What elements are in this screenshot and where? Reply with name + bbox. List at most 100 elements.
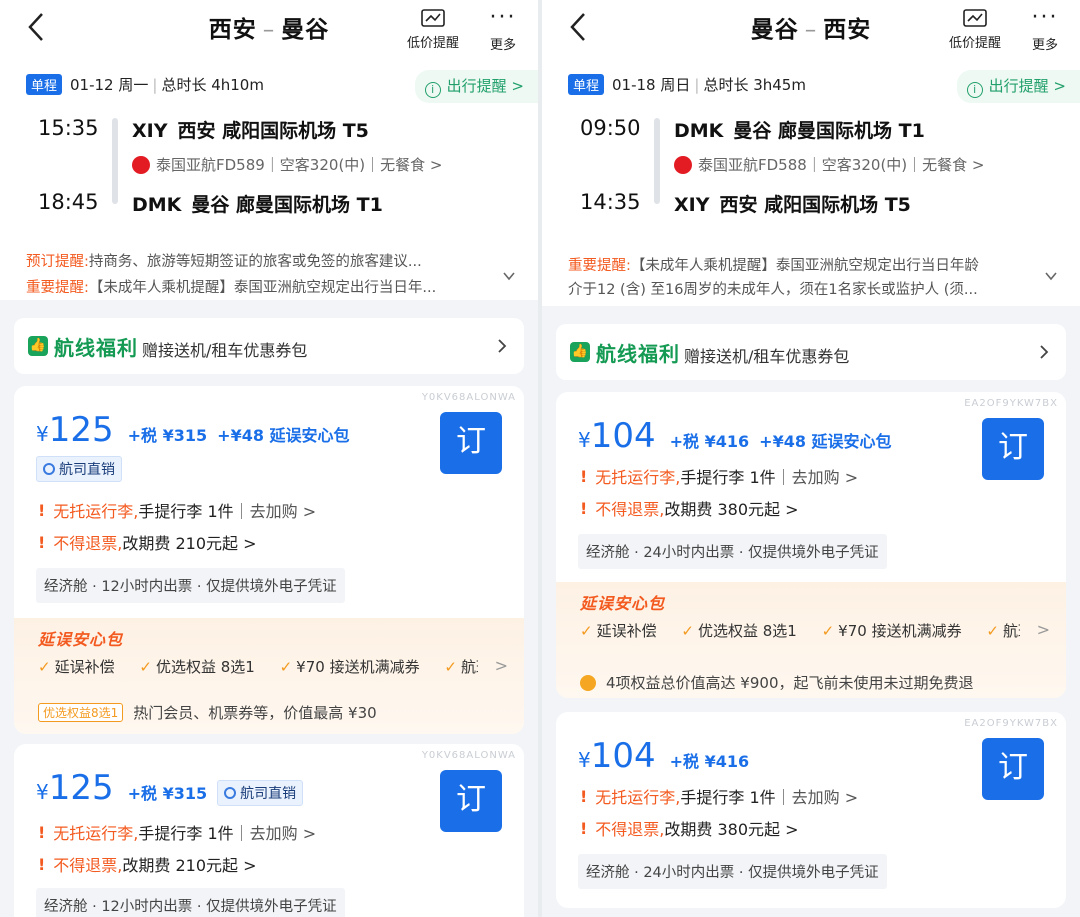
chevron-right-icon[interactable]: >	[495, 656, 508, 675]
delay-package-items: ✓延误补偿 ✓优选权益 8选1 ✓¥70 接送机满减券 ✓航班	[38, 656, 478, 677]
tax: +税 ¥416	[669, 752, 750, 771]
travel-reminder-button[interactable]: i 出行提醒 >	[414, 70, 538, 103]
price-alert-label: 低价提醒	[406, 36, 459, 51]
buy-baggage-link[interactable]: ｜去加购 >	[234, 820, 317, 844]
more-dots-icon: ···	[489, 5, 517, 30]
baggage-rule[interactable]: ! 无托运行李, 手提行李 1件 ｜去加购 >	[38, 498, 316, 522]
delay-package[interactable]: 延误安心包 ✓延误补偿 ✓优选权益 8选1 ✓¥70 接送机满减券 ✓航班 > …	[14, 618, 524, 734]
delay-package[interactable]: 延误安心包 ✓延误补偿 ✓优选权益 8选1 ✓¥70 接送机满减券 ✓航班 > …	[556, 582, 1066, 698]
refund-rule[interactable]: ! 不得退票, 改期费 210元起 >	[38, 530, 257, 554]
chevron-right-icon[interactable]: >	[1037, 620, 1050, 639]
book-button[interactable]: 订	[440, 770, 502, 832]
arrival-airport-name: 曼谷 廊曼国际机场 T1	[191, 194, 383, 216]
arrival-airport-name: 西安 咸阳国际机场 T5	[719, 194, 911, 216]
book-button[interactable]: 订	[440, 412, 502, 474]
warning-icon: !	[580, 818, 588, 838]
price-line: ¥ 125 +税 ¥315 航司直销	[36, 768, 304, 808]
trip-type-badge: 单程	[568, 74, 605, 95]
fare-card[interactable]: EA2OF9YKW7BX ¥ 104 +税 ¥416 订 ! 无托运行李, 手提行李…	[556, 712, 1066, 908]
currency-symbol: ¥	[36, 780, 49, 804]
separator: |	[694, 75, 700, 94]
price: 104	[590, 416, 656, 456]
price-alert-button[interactable]: 低价提醒	[940, 8, 1010, 51]
delay-item-label: 优选权益 8选1	[155, 658, 255, 676]
baggage-rule[interactable]: ! 无托运行李, 手提行李 1件 ｜去加购 >	[38, 820, 316, 844]
delay-item: ✓ 延误补偿	[580, 622, 667, 640]
price-alert-button[interactable]: 低价提醒	[398, 8, 468, 51]
book-button[interactable]: 订	[982, 738, 1044, 800]
fare-card[interactable]: EA2OF9YKW7BX ¥ 104 +税 ¥416 +¥48 延误安心包 订 …	[556, 392, 1066, 698]
route-perk-banner[interactable]: 👍 航线福利 赠接送机/租车优惠券包	[556, 324, 1066, 380]
chevron-down-icon[interactable]	[1044, 269, 1058, 283]
rule-highlight: 无托运行李,	[53, 502, 139, 521]
arrival-time: 14:35	[580, 190, 641, 214]
direct-sale-row: 航司直销	[36, 456, 122, 482]
arrival-airport: DMK 曼谷 廊曼国际机场 T1	[132, 190, 383, 217]
departure-airport-name: 西安 咸阳国际机场 T5	[177, 120, 369, 142]
tax: +税 ¥416	[669, 432, 750, 451]
delay-item: ✓ 优选权益 8选1	[139, 658, 264, 676]
baggage-rule[interactable]: ! 无托运行李, 手提行李 1件 ｜去加购 >	[580, 784, 858, 808]
refund-rule[interactable]: ! 不得退票, 改期费 210元起 >	[38, 852, 257, 876]
departure-airport-name: 曼谷 廊曼国际机场 T1	[733, 120, 925, 142]
left-flight-panel: 西安 – 曼谷 低价提醒 ··· 更多 单程 01-12 周一 | 总时长 4h10…	[0, 0, 538, 917]
trip-duration: 总时长 3h45m	[703, 76, 806, 94]
trip-date: 01-18 周日	[612, 76, 691, 94]
screenshot-wrap: 西安 – 曼谷 低价提醒 ··· 更多 单程 01-12 周一 | 总时长 4h10…	[0, 0, 1080, 917]
chevron-right-icon	[1040, 345, 1049, 359]
check-icon: ✓	[580, 622, 593, 640]
baggage-rule[interactable]: ! 无托运行李, 手提行李 1件 ｜去加购 >	[580, 464, 858, 488]
delay-package-addon: +¥48 延误安心包	[759, 432, 892, 451]
gift-line: 优选权益8选1 热门会员、机票券等，价值最高 ¥30	[38, 702, 377, 723]
rule-highlight: 不得退票,	[53, 856, 123, 875]
info-icon: i	[424, 82, 441, 98]
route-perk-banner[interactable]: 👍 航线福利 赠接送机/租车优惠券包	[14, 318, 524, 374]
flight-info[interactable]: 泰国亚航FD588｜空客320(中)｜无餐食 >	[674, 154, 984, 175]
origin-city: 西安	[208, 17, 257, 43]
fare-card[interactable]: Y0KV68ALONWA ¥ 125 +税 ¥315 航司直销 订 ! 无托运行李…	[14, 744, 524, 917]
header: 曼谷 – 西安 低价提醒 ··· 更多	[542, 0, 1080, 64]
delay-item-label: ¥70 接送机满减券	[838, 622, 962, 640]
book-button[interactable]: 订	[982, 418, 1044, 480]
check-icon: ✓	[279, 658, 293, 676]
rule-text: 改期费 380元起 >	[664, 820, 799, 839]
chevron-right-icon	[498, 339, 507, 353]
direct-sale-label: 航司直销	[240, 786, 297, 802]
airasia-logo-icon	[674, 155, 692, 174]
currency-symbol: ¥	[578, 428, 591, 452]
thumbs-up-icon: 👍	[28, 336, 48, 356]
flight-duration-bar	[654, 118, 660, 204]
chevron-down-icon[interactable]	[502, 269, 516, 283]
buy-baggage-link[interactable]: ｜去加购 >	[234, 498, 317, 522]
buy-baggage-link[interactable]: ｜去加购 >	[776, 784, 859, 808]
fare-code: Y0KV68ALONWA	[421, 750, 516, 761]
arrival-time: 18:45	[38, 190, 99, 214]
travel-reminder-button[interactable]: i 出行提醒 >	[956, 70, 1080, 103]
right-flight-panel: 曼谷 – 西安 低价提醒 ··· 更多 单程 01-18 周日 | 总时长 3h45…	[542, 0, 1080, 917]
delay-item-label: 航班	[460, 658, 478, 676]
rule-text: 手提行李 1件	[138, 502, 234, 521]
refund-rule[interactable]: ! 不得退票, 改期费 380元起 >	[580, 496, 799, 520]
more-button[interactable]: ··· 更多	[468, 5, 538, 54]
cabin-info: 经济舱 · 12小时内出票 · 仅提供境外电子凭证	[36, 888, 345, 917]
cabin-info: 经济舱 · 12小时内出票 · 仅提供境外电子凭证	[36, 568, 345, 603]
flight-info[interactable]: 泰国亚航FD589｜空客320(中)｜无餐食 >	[132, 154, 442, 175]
delay-item-label: ¥70 接送机满减券	[296, 658, 420, 676]
departure-airport: XIY 西安 咸阳国际机场 T5	[132, 116, 369, 143]
price-alert-label: 低价提醒	[948, 36, 1001, 51]
trip-date: 01-12 周一	[70, 76, 149, 94]
more-button[interactable]: ··· 更多	[1010, 7, 1080, 54]
delay-item: ✓ ¥70 接送机满减券	[822, 622, 972, 640]
buy-baggage-link[interactable]: ｜去加购 >	[776, 464, 859, 488]
gift-icon	[580, 674, 596, 691]
arrival-code: DMK	[132, 194, 182, 216]
notice-text: 【未成年人乘机提醒】泰国亚洲航空规定出行当日年...	[88, 280, 437, 296]
fare-card[interactable]: Y0KV68ALONWA ¥ 125 +税 ¥315 +¥48 延误安心包 航司…	[14, 386, 524, 734]
travel-reminder-label: 出行提醒 >	[446, 77, 524, 95]
check-icon: ✓	[821, 622, 835, 640]
direct-sale-badge: 航司直销	[36, 456, 122, 482]
perk-title: 航线福利	[596, 342, 680, 366]
thumbs-up-icon: 👍	[570, 342, 590, 362]
refund-rule[interactable]: ! 不得退票, 改期费 380元起 >	[580, 816, 799, 840]
warning-icon: !	[38, 822, 46, 842]
